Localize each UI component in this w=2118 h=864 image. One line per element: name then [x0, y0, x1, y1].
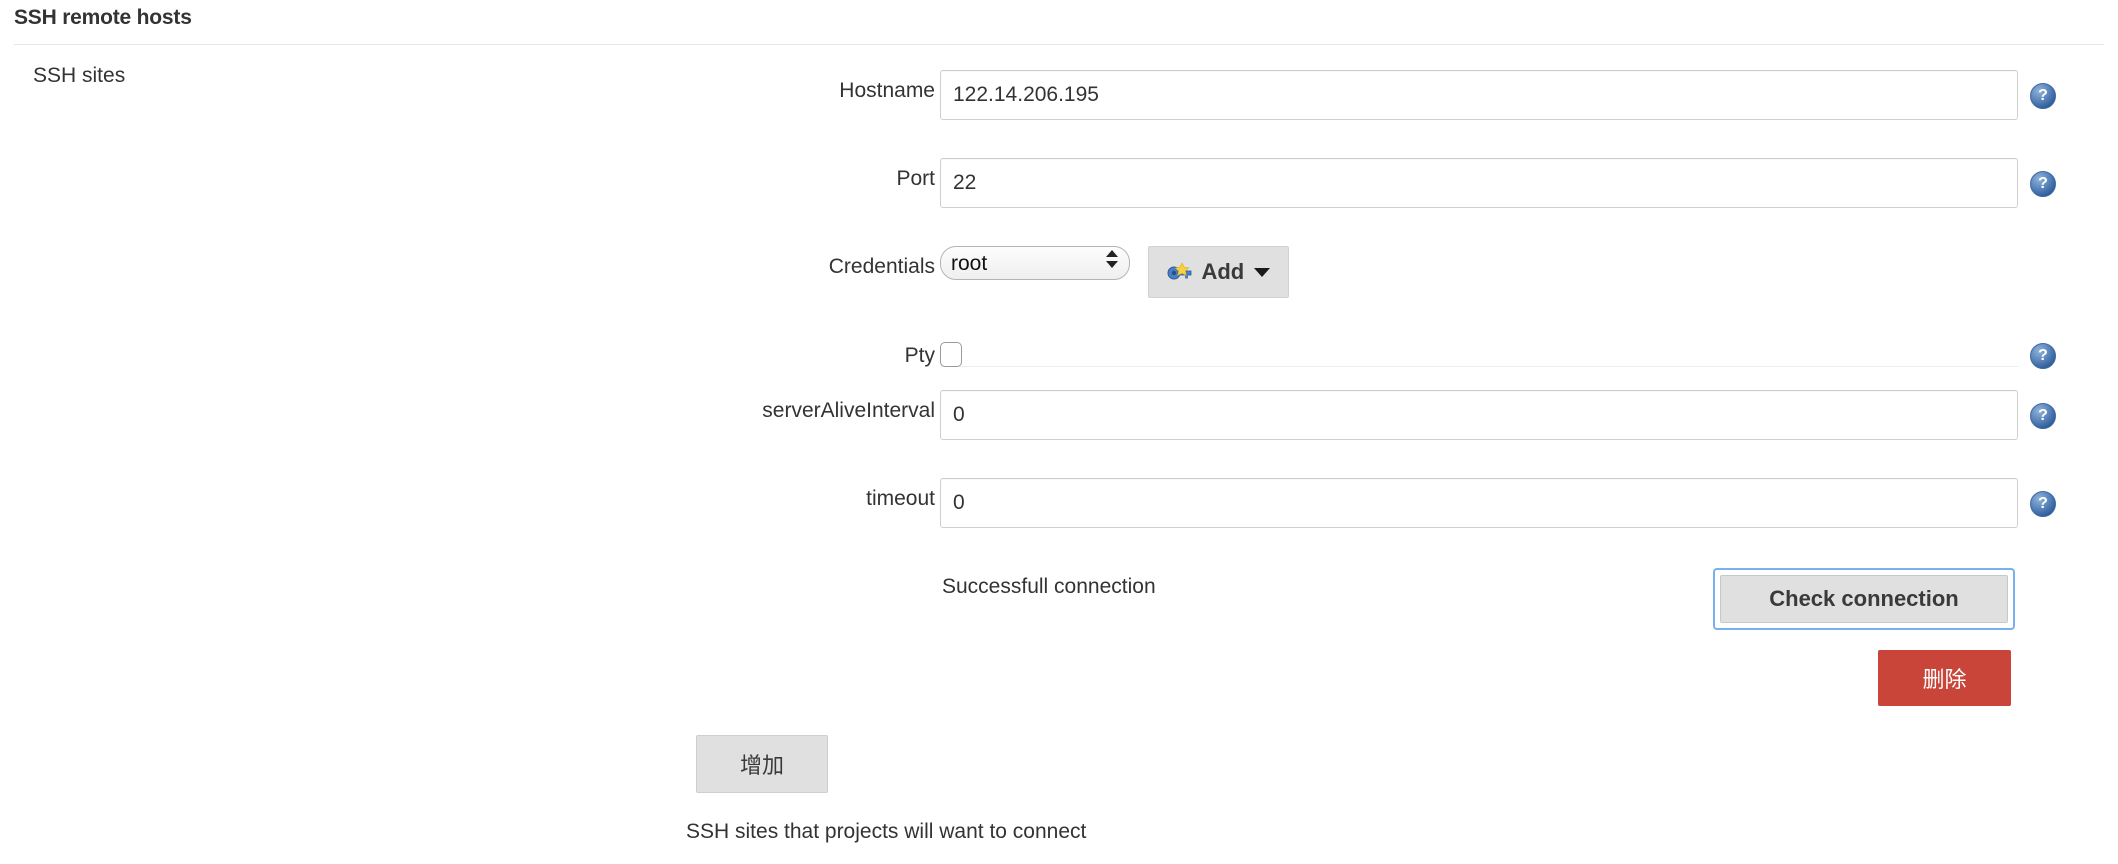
- caret-down-icon: [1254, 267, 1271, 277]
- timeout-label: timeout: [866, 487, 935, 510]
- credentials-select-wrap: root: [940, 246, 1130, 280]
- header-divider: [14, 44, 2104, 45]
- form-row-port: Port: [0, 158, 2118, 208]
- port-input[interactable]: [940, 158, 2018, 208]
- connection-status-text: Successfull connection: [942, 575, 1156, 598]
- help-circle-icon-timeout[interactable]: [2030, 491, 2056, 517]
- hostname-label: Hostname: [839, 79, 935, 102]
- help-circle-icon-server-alive-interval[interactable]: [2030, 403, 2056, 429]
- page-header: SSH remote hosts: [0, 0, 2118, 45]
- add-credential-label: Add: [1201, 259, 1245, 284]
- delete-site-button[interactable]: 删除: [1878, 650, 2011, 706]
- add-credential-button[interactable]: Add: [1148, 246, 1290, 298]
- server-alive-interval-field-wrap: [940, 390, 2018, 440]
- hostname-field-wrap: [940, 70, 2018, 120]
- port-field-wrap: [940, 158, 2018, 208]
- key-icon: [1167, 262, 1192, 280]
- pty-field-wrap: [940, 342, 962, 372]
- credentials-label: Credentials: [828, 255, 935, 278]
- pty-label: Pty: [904, 344, 935, 367]
- form-row-hostname: Hostname: [0, 70, 2118, 120]
- check-connection-button[interactable]: Check connection: [1720, 575, 2008, 623]
- hostname-input[interactable]: [940, 70, 2018, 120]
- server-alive-interval-label: serverAliveInterval: [762, 399, 935, 422]
- server-alive-interval-input[interactable]: [940, 390, 2018, 440]
- form-row-server-alive-interval: serverAliveInterval: [0, 390, 2118, 440]
- form-row-credentials: Credentials root Add: [0, 246, 2118, 298]
- add-site-button[interactable]: 增加: [696, 735, 828, 793]
- timeout-input[interactable]: [940, 478, 2018, 528]
- page-title: SSH remote hosts: [14, 6, 192, 29]
- credentials-field-wrap: root Add: [940, 246, 1290, 298]
- check-connection-focus-ring: Check connection: [1713, 568, 2015, 630]
- form-row-timeout: timeout: [0, 478, 2118, 528]
- form-row-pty: Pty: [0, 330, 2118, 374]
- pty-row-divider: [940, 366, 2018, 367]
- help-circle-icon-port[interactable]: [2030, 171, 2056, 197]
- help-circle-icon-hostname[interactable]: [2030, 83, 2056, 109]
- port-label: Port: [896, 167, 935, 190]
- pty-checkbox[interactable]: [940, 342, 962, 367]
- timeout-field-wrap: [940, 478, 2018, 528]
- help-circle-icon-pty[interactable]: [2030, 343, 2056, 369]
- footer-help-note: SSH sites that projects will want to con…: [686, 820, 1087, 843]
- credentials-select[interactable]: root: [940, 246, 1130, 280]
